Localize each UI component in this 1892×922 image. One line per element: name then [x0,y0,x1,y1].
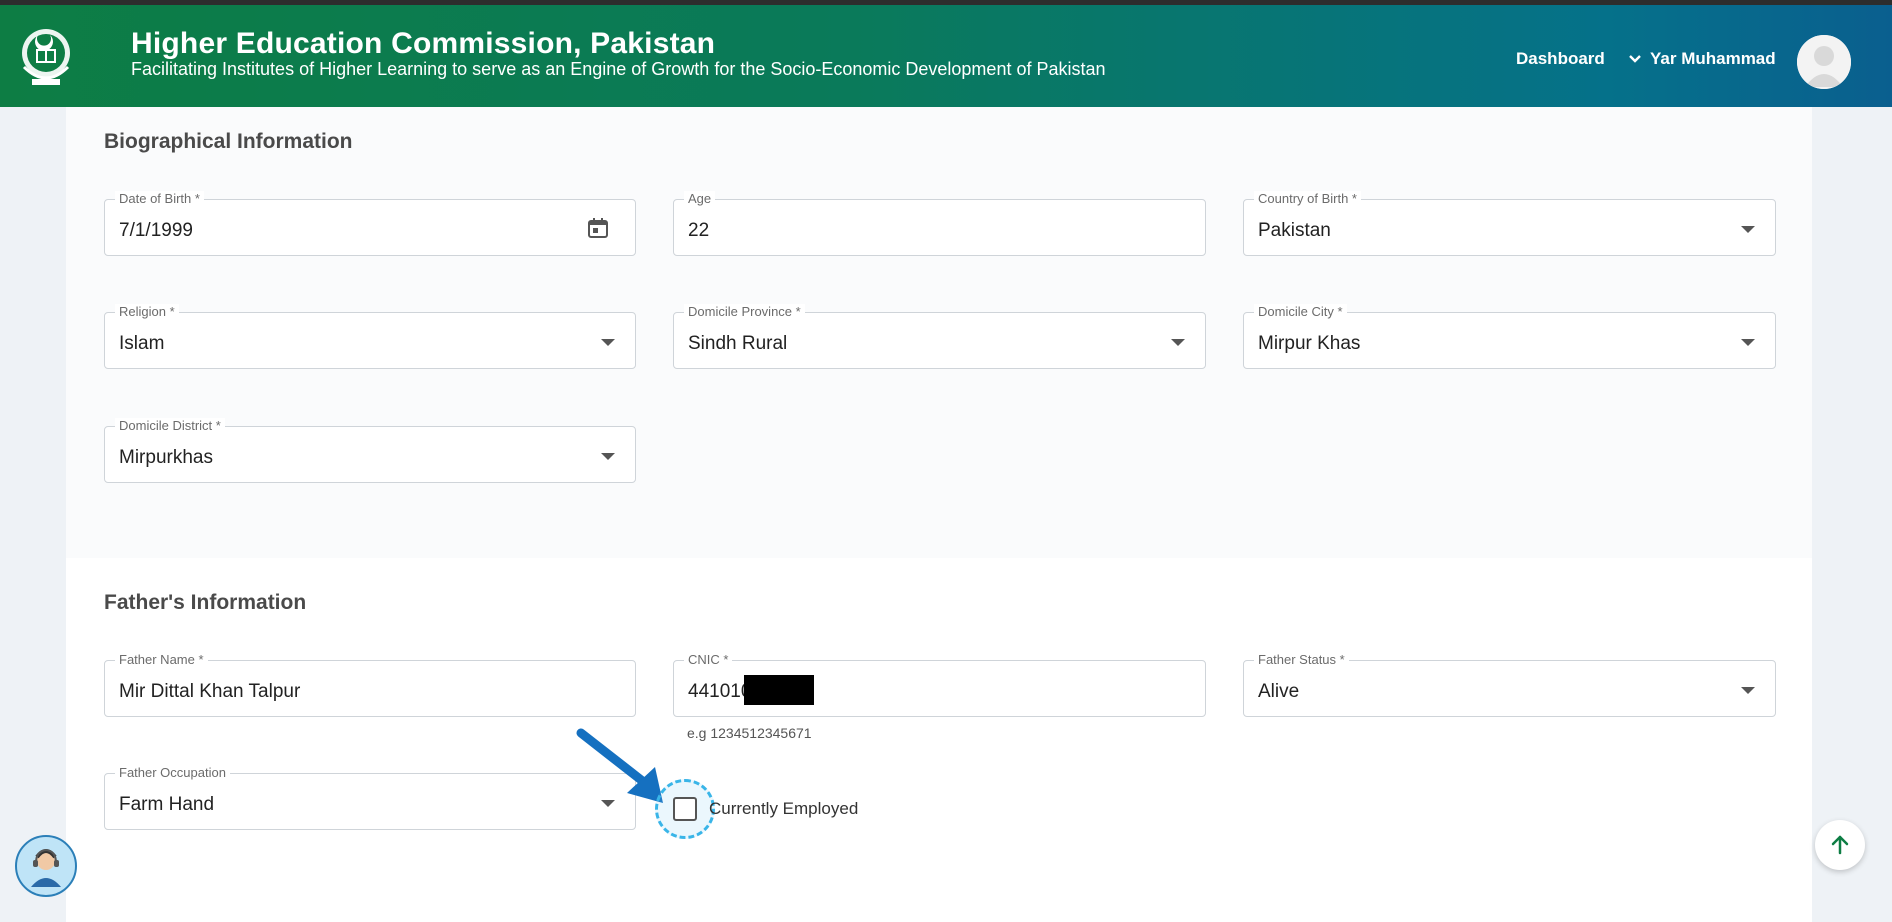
app-subtitle: Facilitating Institutes of Higher Learni… [131,59,1106,79]
caret-down-icon [1741,226,1755,233]
currently-employed-label[interactable]: Currently Employed [709,799,858,819]
support-chat-button[interactable] [15,835,77,897]
hec-logo-icon [22,29,70,85]
caret-down-icon [1171,339,1185,346]
father-section-title: Father's Information [104,591,307,614]
cnic-value: 441010 [688,681,752,702]
father-status-label: Father Status * [1254,652,1349,668]
domicile-district-select[interactable]: Domicile District * Mirpurkhas [104,418,636,483]
father-name-value: Mir Dittal Khan Talpur [119,681,301,702]
father-occupation-value: Farm Hand [119,794,215,815]
redaction-box [744,675,814,705]
calendar-icon[interactable] [587,217,609,239]
religion-select[interactable]: Religion * Islam [104,304,636,369]
cnic-helper-text: e.g 1234512345671 [687,725,812,741]
currently-employed-checkbox[interactable] [673,797,697,821]
father-status-value: Alive [1258,681,1300,702]
domicile-district-value: Mirpurkhas [119,447,213,468]
country-of-birth-label: Country of Birth * [1254,191,1361,207]
father-status-select[interactable]: Father Status * Alive [1243,652,1776,717]
religion-value: Islam [119,333,165,354]
biographical-section-title: Biographical Information [104,130,353,153]
domicile-city-label: Domicile City * [1254,304,1347,320]
father-name-field[interactable]: Father Name * Mir Dittal Khan Talpur [104,652,636,717]
user-name: Yar Muhammad [1650,49,1776,68]
caret-down-icon [601,339,615,346]
support-agent-icon [31,848,61,887]
page-background-right [1812,107,1892,922]
scroll-to-top-button[interactable] [1815,820,1865,870]
domicile-province-select[interactable]: Domicile Province * Sindh Rural [673,304,1206,369]
domicile-province-value: Sindh Rural [688,333,788,354]
chevron-down-icon [1629,55,1641,63]
annotation-arrow-icon [576,728,663,803]
father-occupation-label: Father Occupation [115,765,230,781]
religion-label: Religion * [115,304,179,320]
country-of-birth-value: Pakistan [1258,220,1331,241]
dashboard-link[interactable]: Dashboard [1516,49,1605,69]
user-menu[interactable]: Yar Muhammad [1628,49,1776,69]
date-of-birth-label: Date of Birth * [115,191,204,207]
domicile-city-value: Mirpur Khas [1258,333,1361,354]
age-label: Age [684,191,716,207]
domicile-province-label: Domicile Province * [684,304,805,320]
caret-down-icon [601,453,615,460]
age-field[interactable]: Age 22 [673,191,1206,256]
arrow-up-icon [1831,835,1849,855]
father-name-label: Father Name * [115,652,208,668]
avatar[interactable] [1797,35,1851,89]
date-of-birth-field[interactable]: Date of Birth * 7/1/1999 [104,191,636,256]
date-of-birth-value: 7/1/1999 [119,220,193,241]
domicile-district-label: Domicile District * [115,418,225,434]
app-title: Higher Education Commission, Pakistan [131,27,716,60]
caret-down-icon [1741,687,1755,694]
domicile-city-select[interactable]: Domicile City * Mirpur Khas [1243,304,1776,369]
caret-down-icon [1741,339,1755,346]
user-avatar-icon [1797,35,1851,89]
age-value: 22 [688,220,710,241]
father-occupation-select[interactable]: Father Occupation Farm Hand [104,765,636,830]
cnic-label: CNIC * [684,652,733,668]
country-of-birth-select[interactable]: Country of Birth * Pakistan [1243,191,1776,256]
app-header: Higher Education Commission, Pakistan Fa… [0,5,1892,107]
